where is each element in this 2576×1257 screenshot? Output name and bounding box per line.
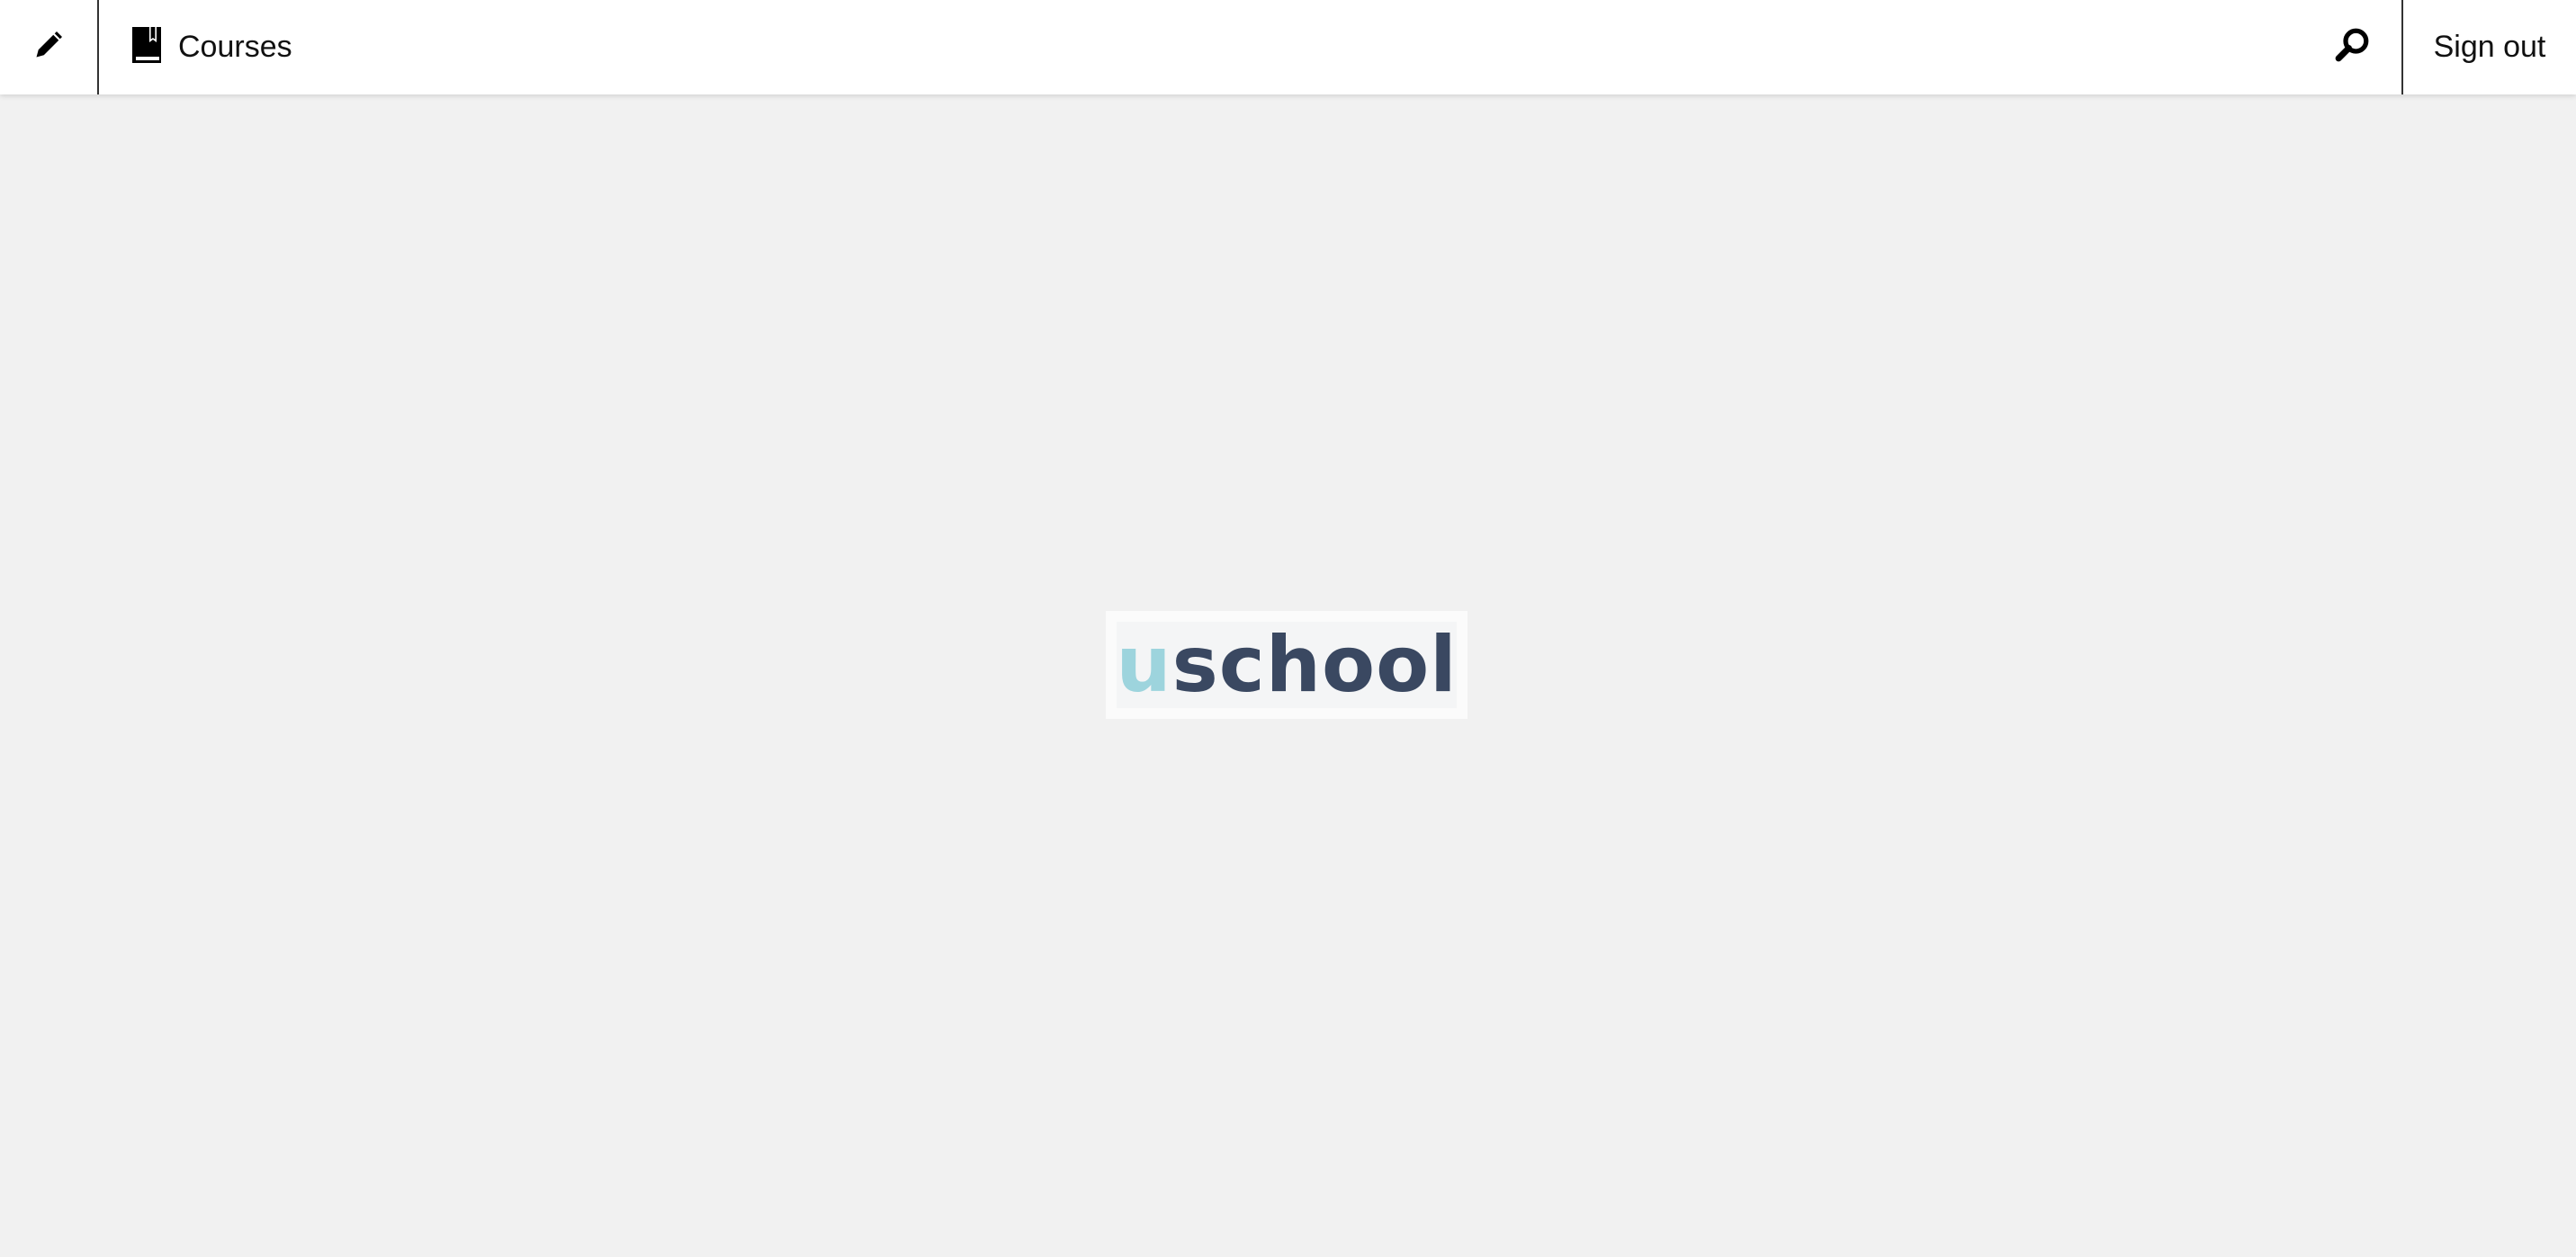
- uschool-logo: u school: [1106, 611, 1468, 719]
- courses-link[interactable]: Courses: [99, 0, 292, 94]
- pencil-icon: [32, 29, 65, 66]
- logo-text-primary: school: [1171, 620, 1458, 710]
- top-navigation-bar: Courses Sign out: [0, 0, 2576, 94]
- edit-button[interactable]: [0, 0, 99, 94]
- search-button[interactable]: [2302, 0, 2401, 94]
- search-icon: [2333, 26, 2371, 68]
- book-icon: [131, 26, 162, 68]
- sign-out-button[interactable]: Sign out: [2401, 0, 2576, 94]
- header-spacer: [292, 0, 2302, 94]
- logo-text: u school: [1116, 620, 1458, 710]
- courses-label: Courses: [178, 30, 292, 64]
- logo-text-accent: u: [1116, 620, 1172, 710]
